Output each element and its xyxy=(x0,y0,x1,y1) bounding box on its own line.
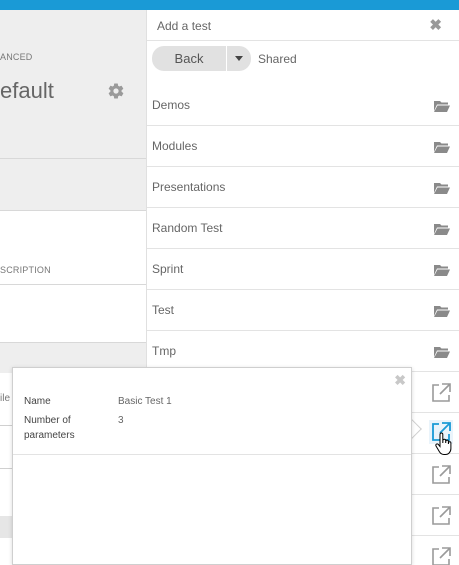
name-label: Name xyxy=(24,396,51,407)
folder-icon xyxy=(434,142,450,153)
background-section xyxy=(0,159,146,211)
divider xyxy=(13,454,411,455)
folder-label: Demos xyxy=(152,98,191,112)
folder-label: Modules xyxy=(152,139,198,153)
panel-title: Add a test xyxy=(157,19,212,33)
folder-icon xyxy=(434,347,450,358)
close-icon[interactable]: ✖ xyxy=(394,372,406,389)
panel-header: Add a test ✖ xyxy=(147,10,459,41)
test-details-popover: ✖ Name Basic Test 1 Number of parameters… xyxy=(12,367,412,565)
folder-label: Presentations xyxy=(152,180,226,194)
section-label-description: SCRIPTION xyxy=(0,265,51,275)
folder-icon xyxy=(434,224,450,235)
folder-icon xyxy=(434,306,450,317)
folder-label: Random Test xyxy=(152,221,223,235)
section-label-advanced: ANCED xyxy=(0,52,33,62)
parameters-value: 3 xyxy=(118,415,124,426)
top-accent-bar xyxy=(0,0,459,10)
description-section: SCRIPTION xyxy=(0,211,146,285)
folder-icon xyxy=(434,183,450,194)
folder-row-demos[interactable]: Demos xyxy=(147,85,459,126)
folder-label: Tmp xyxy=(152,344,176,358)
hand-cursor-icon xyxy=(435,432,452,455)
open-external-icon[interactable] xyxy=(429,381,453,405)
back-button[interactable]: Back xyxy=(152,46,226,71)
file-label: ile xyxy=(0,393,11,404)
folder-row-tmp[interactable]: Tmp xyxy=(147,331,459,372)
name-value: Basic Test 1 xyxy=(118,396,172,407)
parameters-label: Number of parameters xyxy=(24,415,75,441)
breadcrumb: Shared xyxy=(258,52,297,66)
advanced-section: ANCED efault xyxy=(0,30,146,159)
folder-label: Sprint xyxy=(152,262,184,276)
page-title: efault xyxy=(0,78,54,103)
open-external-icon[interactable] xyxy=(429,504,453,528)
folder-row-sprint[interactable]: Sprint xyxy=(147,249,459,290)
folder-label: Test xyxy=(152,303,175,317)
back-button-group: Back xyxy=(152,46,251,71)
folder-row-modules[interactable]: Modules xyxy=(147,126,459,167)
gear-icon[interactable] xyxy=(107,82,125,100)
folder-row-test[interactable]: Test xyxy=(147,290,459,331)
close-icon[interactable]: ✖ xyxy=(429,16,442,34)
history-dropdown-button[interactable] xyxy=(227,46,251,71)
description-field[interactable] xyxy=(0,285,146,343)
folder-row-presentations[interactable]: Presentations xyxy=(147,167,459,208)
open-external-icon[interactable] xyxy=(429,463,453,487)
folder-row-random-test[interactable]: Random Test xyxy=(147,208,459,249)
caret-down-icon xyxy=(235,56,243,61)
open-external-icon[interactable] xyxy=(429,545,453,565)
folder-icon xyxy=(434,101,450,112)
folder-icon xyxy=(434,265,450,276)
